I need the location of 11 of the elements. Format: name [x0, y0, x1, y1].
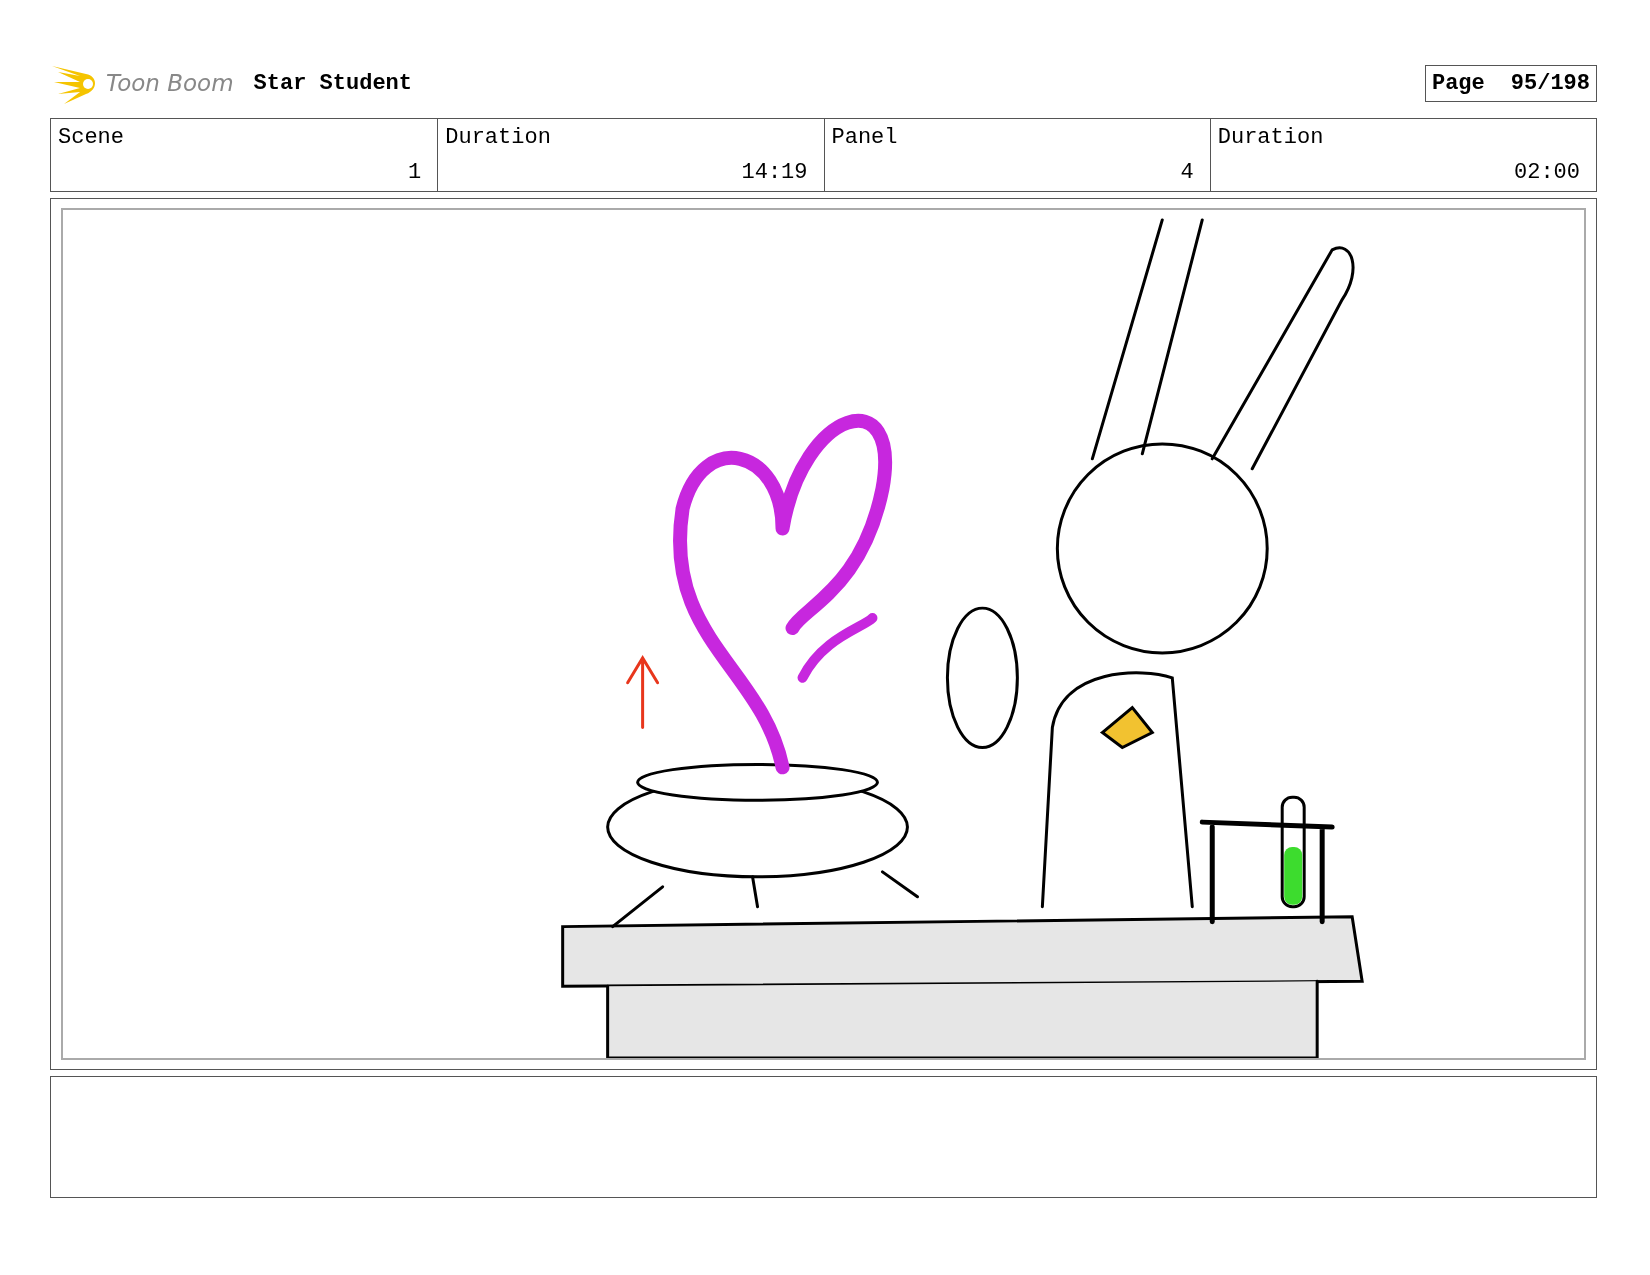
field-value: 14:19: [741, 160, 808, 185]
field-value: 4: [1180, 160, 1194, 185]
field-label: Duration: [1217, 125, 1324, 150]
field-label: Panel: [831, 125, 898, 150]
field-label: Scene: [58, 125, 124, 150]
field-value: 1: [408, 160, 422, 185]
field-value: 02:00: [1514, 160, 1580, 185]
page-counter: Page 95/198: [1424, 64, 1597, 102]
field-label: Duration: [445, 125, 551, 150]
storyboard-title: Star Student: [253, 70, 412, 96]
logo-text: Toon Boom: [106, 70, 234, 96]
